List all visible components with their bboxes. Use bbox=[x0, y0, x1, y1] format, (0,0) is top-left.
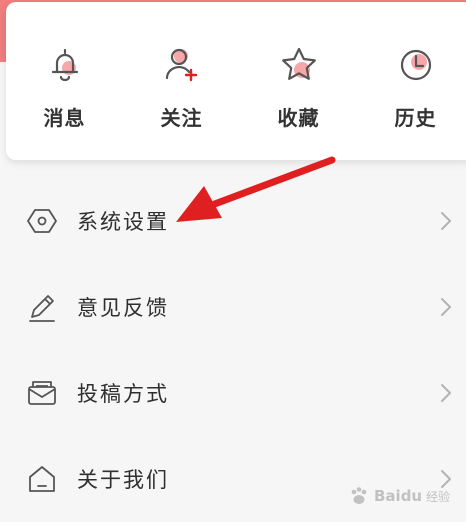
menu-item-label: 系统设置 bbox=[77, 210, 169, 234]
quick-action-follow[interactable]: 关注 bbox=[123, 2, 240, 160]
watermark-sub: 经验 bbox=[426, 489, 451, 504]
paw-icon bbox=[351, 487, 367, 504]
quick-action-messages[interactable]: 消息 bbox=[6, 2, 123, 160]
bell-icon bbox=[51, 48, 78, 82]
clock-icon bbox=[400, 49, 431, 81]
chevron-right-icon bbox=[441, 298, 451, 316]
settings-icon bbox=[27, 209, 57, 233]
pencil-icon bbox=[29, 295, 55, 322]
quick-action-label: 消息 bbox=[43, 106, 86, 130]
menu-item-label: 投稿方式 bbox=[77, 382, 169, 406]
menu-item-system-settings[interactable]: 系统设置 bbox=[0, 178, 466, 264]
star-icon bbox=[281, 47, 316, 80]
mail-icon bbox=[28, 381, 56, 405]
menu-item-label: 关于我们 bbox=[77, 468, 169, 492]
user-add-icon bbox=[165, 48, 197, 82]
chevron-right-icon bbox=[441, 212, 451, 230]
watermark-brand: Baidu bbox=[374, 487, 423, 505]
watermark: Baidu 经验 bbox=[348, 474, 464, 518]
settings-menu: 系统设置 意见反馈 投稿方式 关于我们 bbox=[0, 178, 466, 522]
quick-action-label: 历史 bbox=[394, 106, 437, 130]
menu-item-label: 意见反馈 bbox=[77, 296, 169, 320]
quick-action-label: 收藏 bbox=[277, 106, 320, 130]
quick-action-label: 关注 bbox=[160, 106, 203, 130]
quick-action-favorites[interactable]: 收藏 bbox=[240, 2, 357, 160]
menu-item-submission[interactable]: 投稿方式 bbox=[0, 350, 466, 436]
chevron-right-icon bbox=[441, 384, 451, 402]
quick-action-history[interactable]: 历史 bbox=[357, 2, 466, 160]
quick-actions-card: 消息 关注 收藏 历史 bbox=[6, 2, 466, 160]
menu-item-feedback[interactable]: 意见反馈 bbox=[0, 264, 466, 350]
home-icon bbox=[29, 466, 55, 492]
